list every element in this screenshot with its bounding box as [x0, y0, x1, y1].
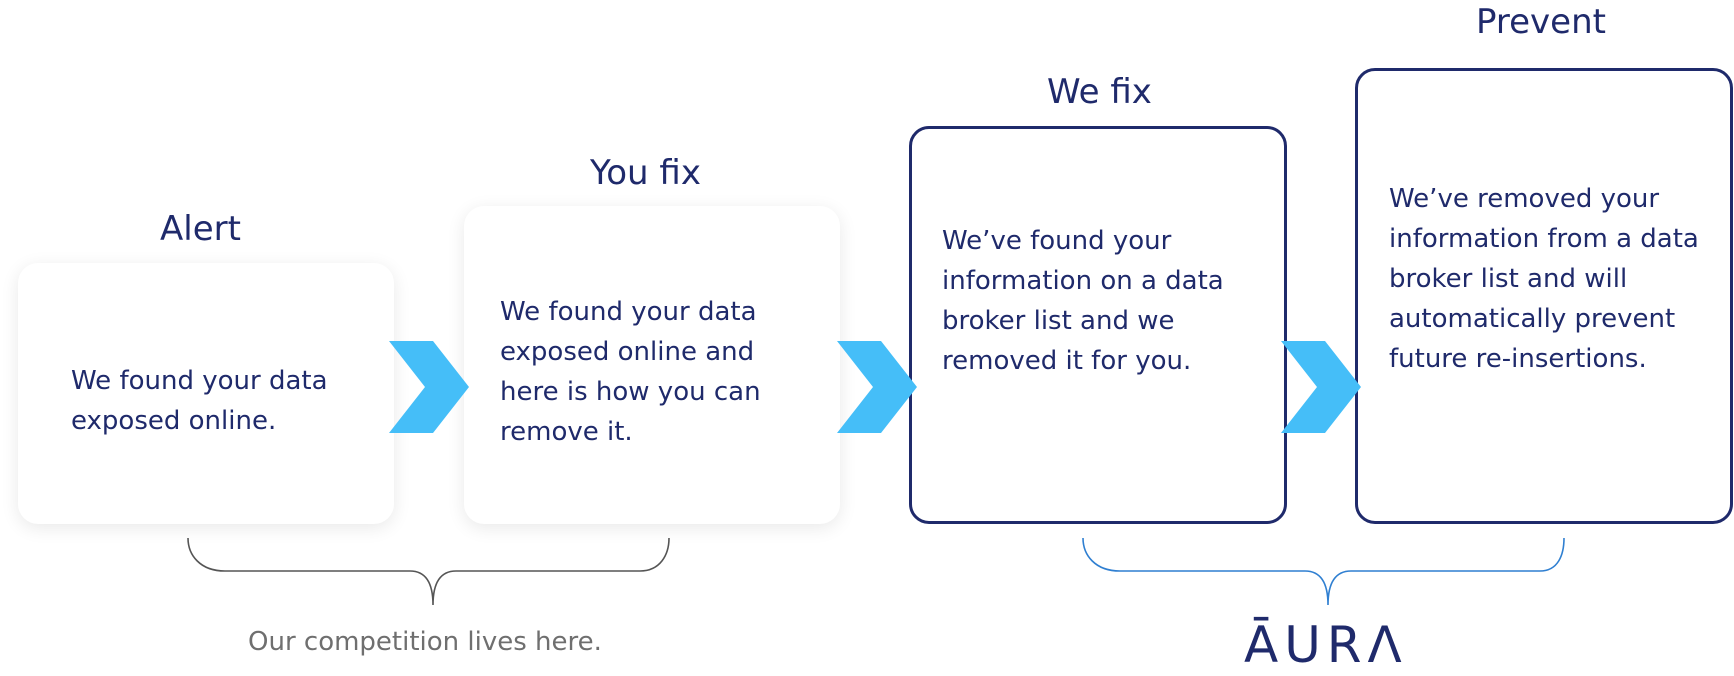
- competition-brace: [187, 537, 670, 606]
- aura-brace: [1082, 537, 1565, 606]
- brace-overlay: [187, 537, 1565, 606]
- aura-logo: ĀURΛ: [1244, 616, 1408, 674]
- competition-caption: Our competition lives here.: [248, 627, 602, 657]
